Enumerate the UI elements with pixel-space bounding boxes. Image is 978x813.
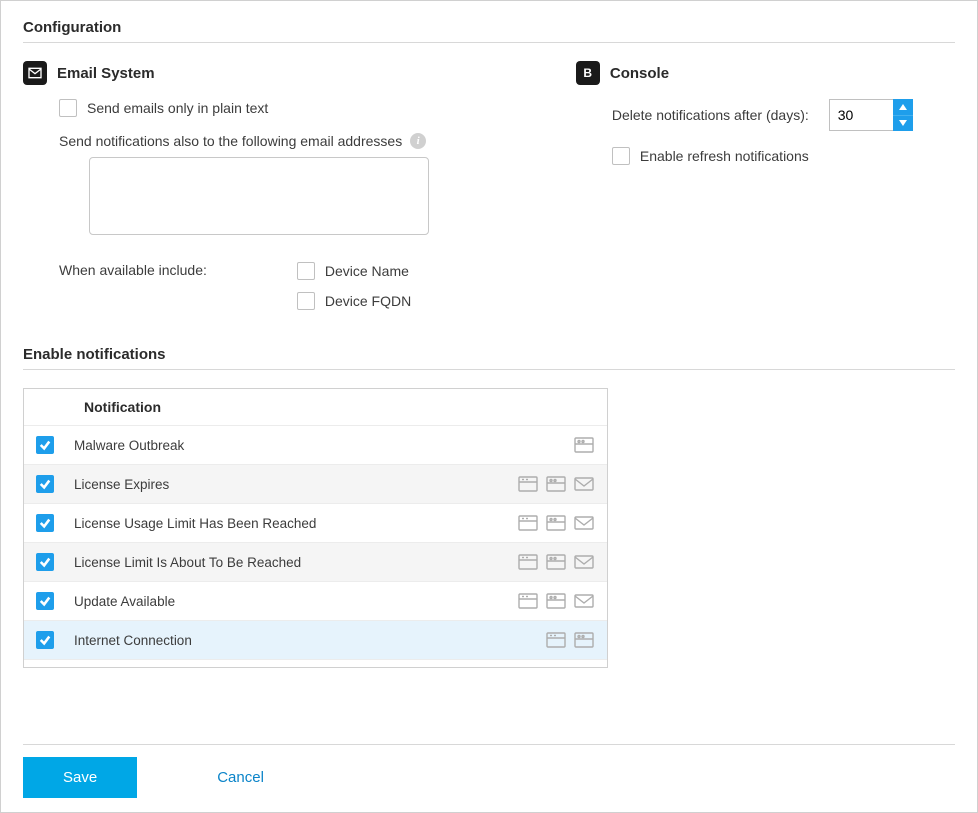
console-icon[interactable] <box>573 631 595 649</box>
columns: Email System Send emails only in plain t… <box>23 61 955 336</box>
delete-days-row: Delete notifications after (days): <box>612 99 955 131</box>
spinner-buttons <box>893 99 913 131</box>
device-name-label: Device Name <box>325 262 409 280</box>
dashboard-icon[interactable] <box>517 592 539 610</box>
console-icon[interactable] <box>545 592 567 610</box>
info-icon[interactable]: i <box>410 133 426 149</box>
email-system-header: Email System <box>23 61 516 85</box>
console-icon[interactable] <box>573 436 595 454</box>
notification-icons <box>517 514 595 532</box>
notification-row[interactable] <box>24 659 607 668</box>
page-title: Configuration <box>23 19 955 36</box>
mail-icon[interactable] <box>573 475 595 493</box>
plain-text-label: Send emails only in plain text <box>87 99 268 117</box>
console-icon[interactable] <box>545 475 567 493</box>
email-system-body: Send emails only in plain text Send noti… <box>59 99 516 322</box>
notification-icons <box>517 553 595 571</box>
delete-days-label: Delete notifications after (days): <box>612 107 809 123</box>
notification-label: License Usage Limit Has Been Reached <box>74 516 497 531</box>
plain-text-row: Send emails only in plain text <box>59 99 516 117</box>
email-system-column: Email System Send emails only in plain t… <box>23 61 516 336</box>
delete-days-input[interactable] <box>829 99 893 131</box>
cancel-button[interactable]: Cancel <box>217 769 264 786</box>
dashboard-icon[interactable] <box>517 475 539 493</box>
notification-label: Malware Outbreak <box>74 438 553 453</box>
device-name-row: Device Name <box>297 262 411 280</box>
notification-label: License Limit Is About To Be Reached <box>74 555 497 570</box>
delete-days-spinner <box>829 99 913 131</box>
console-column: B Console Delete notifications after (da… <box>576 61 955 336</box>
plain-text-checkbox[interactable] <box>59 99 77 117</box>
notification-checkbox[interactable] <box>36 514 54 532</box>
refresh-checkbox[interactable] <box>612 147 630 165</box>
device-fqdn-label: Device FQDN <box>325 292 411 310</box>
notification-row[interactable]: License Usage Limit Has Been Reached <box>24 503 607 542</box>
notifications-column-header: Notification <box>24 389 607 425</box>
configuration-panel: Configuration Email System Send emails o… <box>0 0 978 813</box>
email-system-title: Email System <box>57 65 155 82</box>
notification-checkbox[interactable] <box>36 553 54 571</box>
console-body: Delete notifications after (days): Enabl… <box>612 99 955 165</box>
notification-icons <box>517 592 595 610</box>
console-title: Console <box>610 65 669 82</box>
dashboard-icon[interactable] <box>545 631 567 649</box>
mail-icon[interactable] <box>573 592 595 610</box>
notification-row[interactable]: License Limit Is About To Be Reached <box>24 542 607 581</box>
divider <box>23 42 955 43</box>
notification-checkbox[interactable] <box>36 436 54 454</box>
notification-label: Internet Connection <box>74 633 525 648</box>
spinner-down-button[interactable] <box>893 115 913 132</box>
addresses-input[interactable] <box>89 157 429 235</box>
footer: Save Cancel <box>23 744 955 812</box>
notification-label: Update Available <box>74 594 497 609</box>
notification-checkbox[interactable] <box>36 631 54 649</box>
mail-icon[interactable] <box>573 553 595 571</box>
notifications-table[interactable]: Notification Malware Outbreak License Exp… <box>23 388 608 668</box>
notification-row[interactable]: License Expires <box>24 464 607 503</box>
device-name-checkbox[interactable] <box>297 262 315 280</box>
notification-label: License Expires <box>74 477 497 492</box>
brand-b-icon: B <box>576 61 600 85</box>
save-button[interactable]: Save <box>23 757 137 798</box>
svg-text:B: B <box>583 66 592 80</box>
dashboard-icon[interactable] <box>517 514 539 532</box>
notification-row[interactable]: Internet Connection <box>24 620 607 659</box>
refresh-label: Enable refresh notifications <box>640 147 809 165</box>
notification-row[interactable]: Update Available <box>24 581 607 620</box>
mail-icon[interactable] <box>573 514 595 532</box>
notification-checkbox[interactable] <box>36 592 54 610</box>
notifications-rows: Malware Outbreak License Expires License U… <box>24 425 607 668</box>
addresses-label: Send notifications also to the following… <box>59 133 402 149</box>
include-options: Device Name Device FQDN <box>297 262 411 322</box>
console-icon[interactable] <box>545 514 567 532</box>
device-fqdn-row: Device FQDN <box>297 292 411 310</box>
include-label: When available include: <box>59 262 207 322</box>
console-icon[interactable] <box>545 553 567 571</box>
notification-row[interactable]: Malware Outbreak <box>24 425 607 464</box>
notification-icons <box>517 475 595 493</box>
notification-checkbox[interactable] <box>36 475 54 493</box>
dashboard-icon[interactable] <box>517 553 539 571</box>
notification-icons <box>545 631 595 649</box>
notifications-section: Enable notifications Notification Malwar… <box>23 346 955 668</box>
spinner-up-button[interactable] <box>893 99 913 115</box>
include-row: When available include: Device Name Devi… <box>59 262 516 322</box>
email-icon <box>23 61 47 85</box>
notifications-title: Enable notifications <box>23 346 955 363</box>
device-fqdn-checkbox[interactable] <box>297 292 315 310</box>
refresh-row: Enable refresh notifications <box>612 147 955 165</box>
notification-icons <box>573 436 595 454</box>
console-header: B Console <box>576 61 955 85</box>
addresses-label-row: Send notifications also to the following… <box>59 133 516 149</box>
divider <box>23 369 955 370</box>
